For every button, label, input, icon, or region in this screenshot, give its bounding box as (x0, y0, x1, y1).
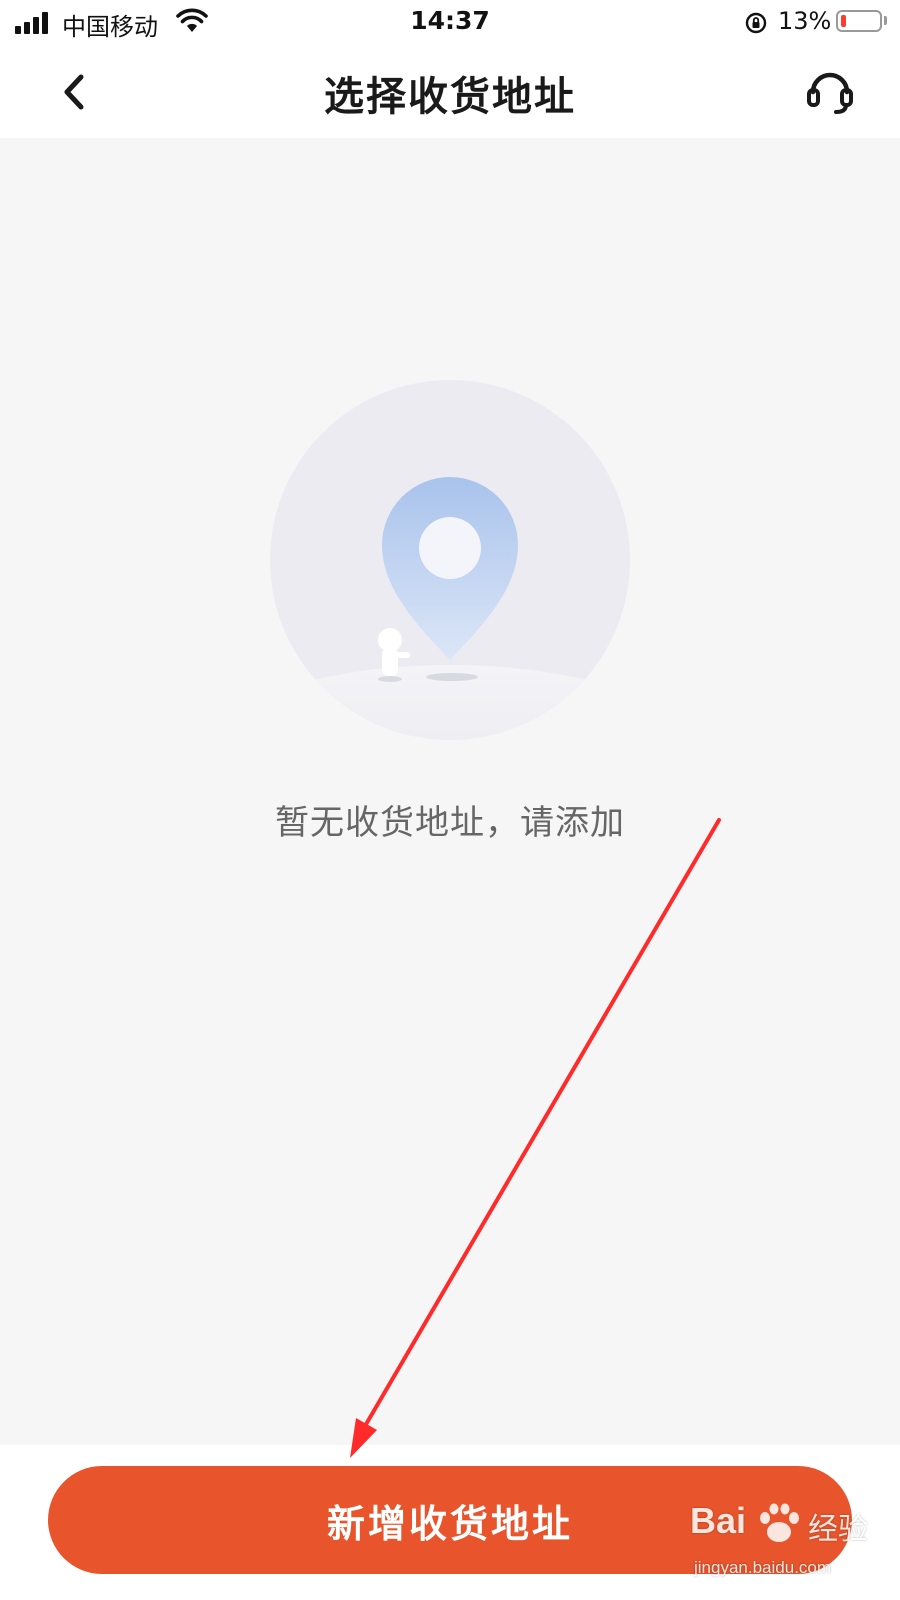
watermark-brand-cn: 经验 (808, 1512, 868, 1547)
baidu-jingyan-watermark: Bai 经验 jingyan.baidu.com (690, 1500, 880, 1595)
battery-icon (836, 10, 882, 32)
page-title: 选择收货地址 (324, 74, 576, 120)
battery-level-fill (841, 15, 846, 27)
status-bar: 中国移动 14:37 13% (0, 0, 900, 46)
watermark-brand: Bai (690, 1500, 747, 1541)
battery-cap (884, 16, 887, 25)
location-pin-illustration (270, 380, 630, 740)
customer-service-button[interactable] (800, 62, 860, 122)
paw-logo-icon (760, 1503, 799, 1542)
headset-icon (807, 72, 853, 114)
address-select-screen: 中国移动 14:37 13% 选择收货地址 暂无收货地址，请添加 新增收货地址 … (0, 0, 900, 1600)
nav-bar: 选择收货地址 (0, 46, 900, 138)
watermark-url: jingyan.baidu.com (694, 1558, 832, 1577)
battery-percent: 13% (778, 7, 832, 35)
orientation-lock-icon (745, 12, 767, 34)
empty-state-message: 暂无收货地址，请添加 (275, 803, 625, 843)
